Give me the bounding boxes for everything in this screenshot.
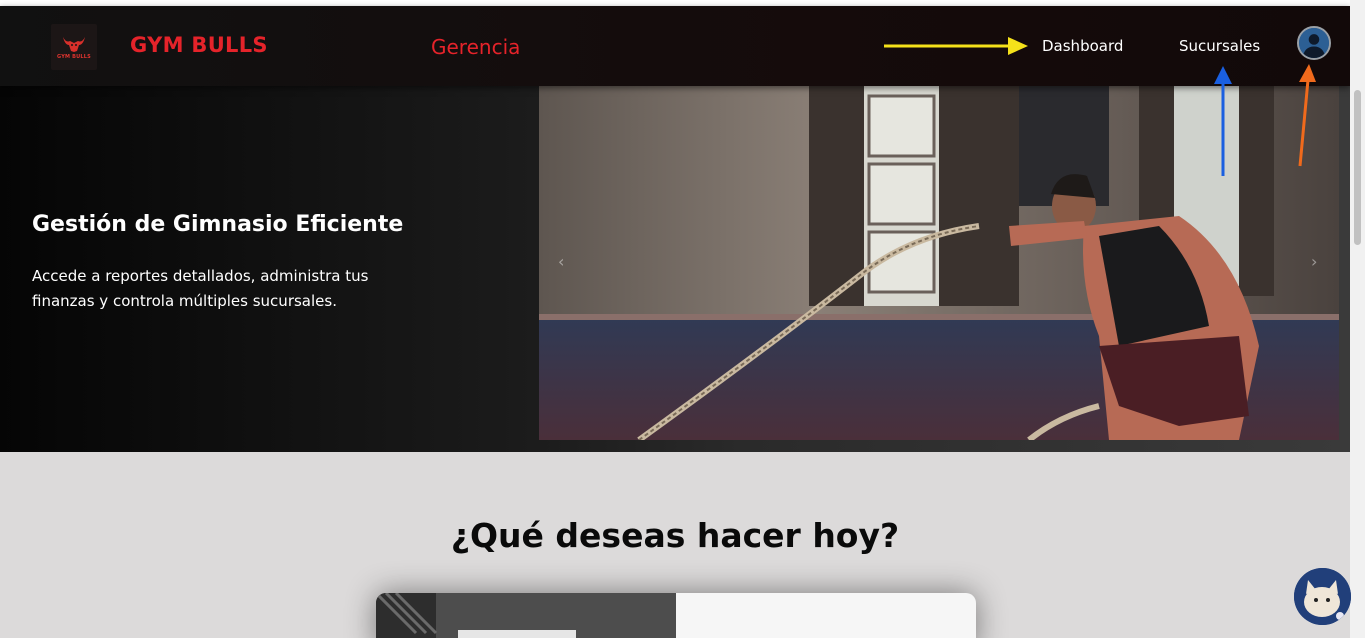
scrollbar-thumb[interactable] xyxy=(1354,90,1361,245)
gym-bulls-logo[interactable]: GYM BULLS xyxy=(51,24,97,70)
action-card-image xyxy=(376,593,676,638)
chat-avatar-icon xyxy=(1294,568,1351,625)
yellow-arrow-annotation xyxy=(884,37,1028,55)
page-scrollbar[interactable] xyxy=(1350,0,1365,638)
section-heading: ¿Qué deseas hacer hoy? xyxy=(450,516,900,555)
blue-arrow-annotation xyxy=(1214,66,1232,176)
nav-dashboard-link[interactable]: Dashboard xyxy=(1042,37,1123,55)
top-navbar: GYM BULLS GYM BULLS Gerencia Dashboard S… xyxy=(0,6,1350,86)
nav-sucursales-link[interactable]: Sucursales xyxy=(1179,37,1260,55)
orange-arrow-annotation xyxy=(1298,64,1316,167)
carousel-next-button[interactable]: › xyxy=(1311,252,1317,271)
user-avatar-icon xyxy=(1299,28,1329,58)
main-content: ¿Qué deseas hacer hoy? xyxy=(0,452,1350,638)
chat-widget-button[interactable] xyxy=(1294,568,1351,625)
action-card[interactable] xyxy=(376,593,976,638)
logo-text: GYM BULLS xyxy=(57,53,91,60)
carousel-prev-button[interactable]: ‹ xyxy=(558,252,564,271)
brand-name[interactable]: GYM BULLS xyxy=(130,33,268,57)
hero-title: Gestión de Gimnasio Eficiente xyxy=(32,212,404,237)
section-title: Gerencia xyxy=(431,35,521,59)
bull-logo-icon xyxy=(63,36,85,52)
hero-description: Accede a reportes detallados, administra… xyxy=(32,267,369,310)
hero-banner: Gestión de Gimnasio Eficiente Accede a r… xyxy=(0,86,1350,452)
user-avatar-button[interactable] xyxy=(1297,26,1331,60)
